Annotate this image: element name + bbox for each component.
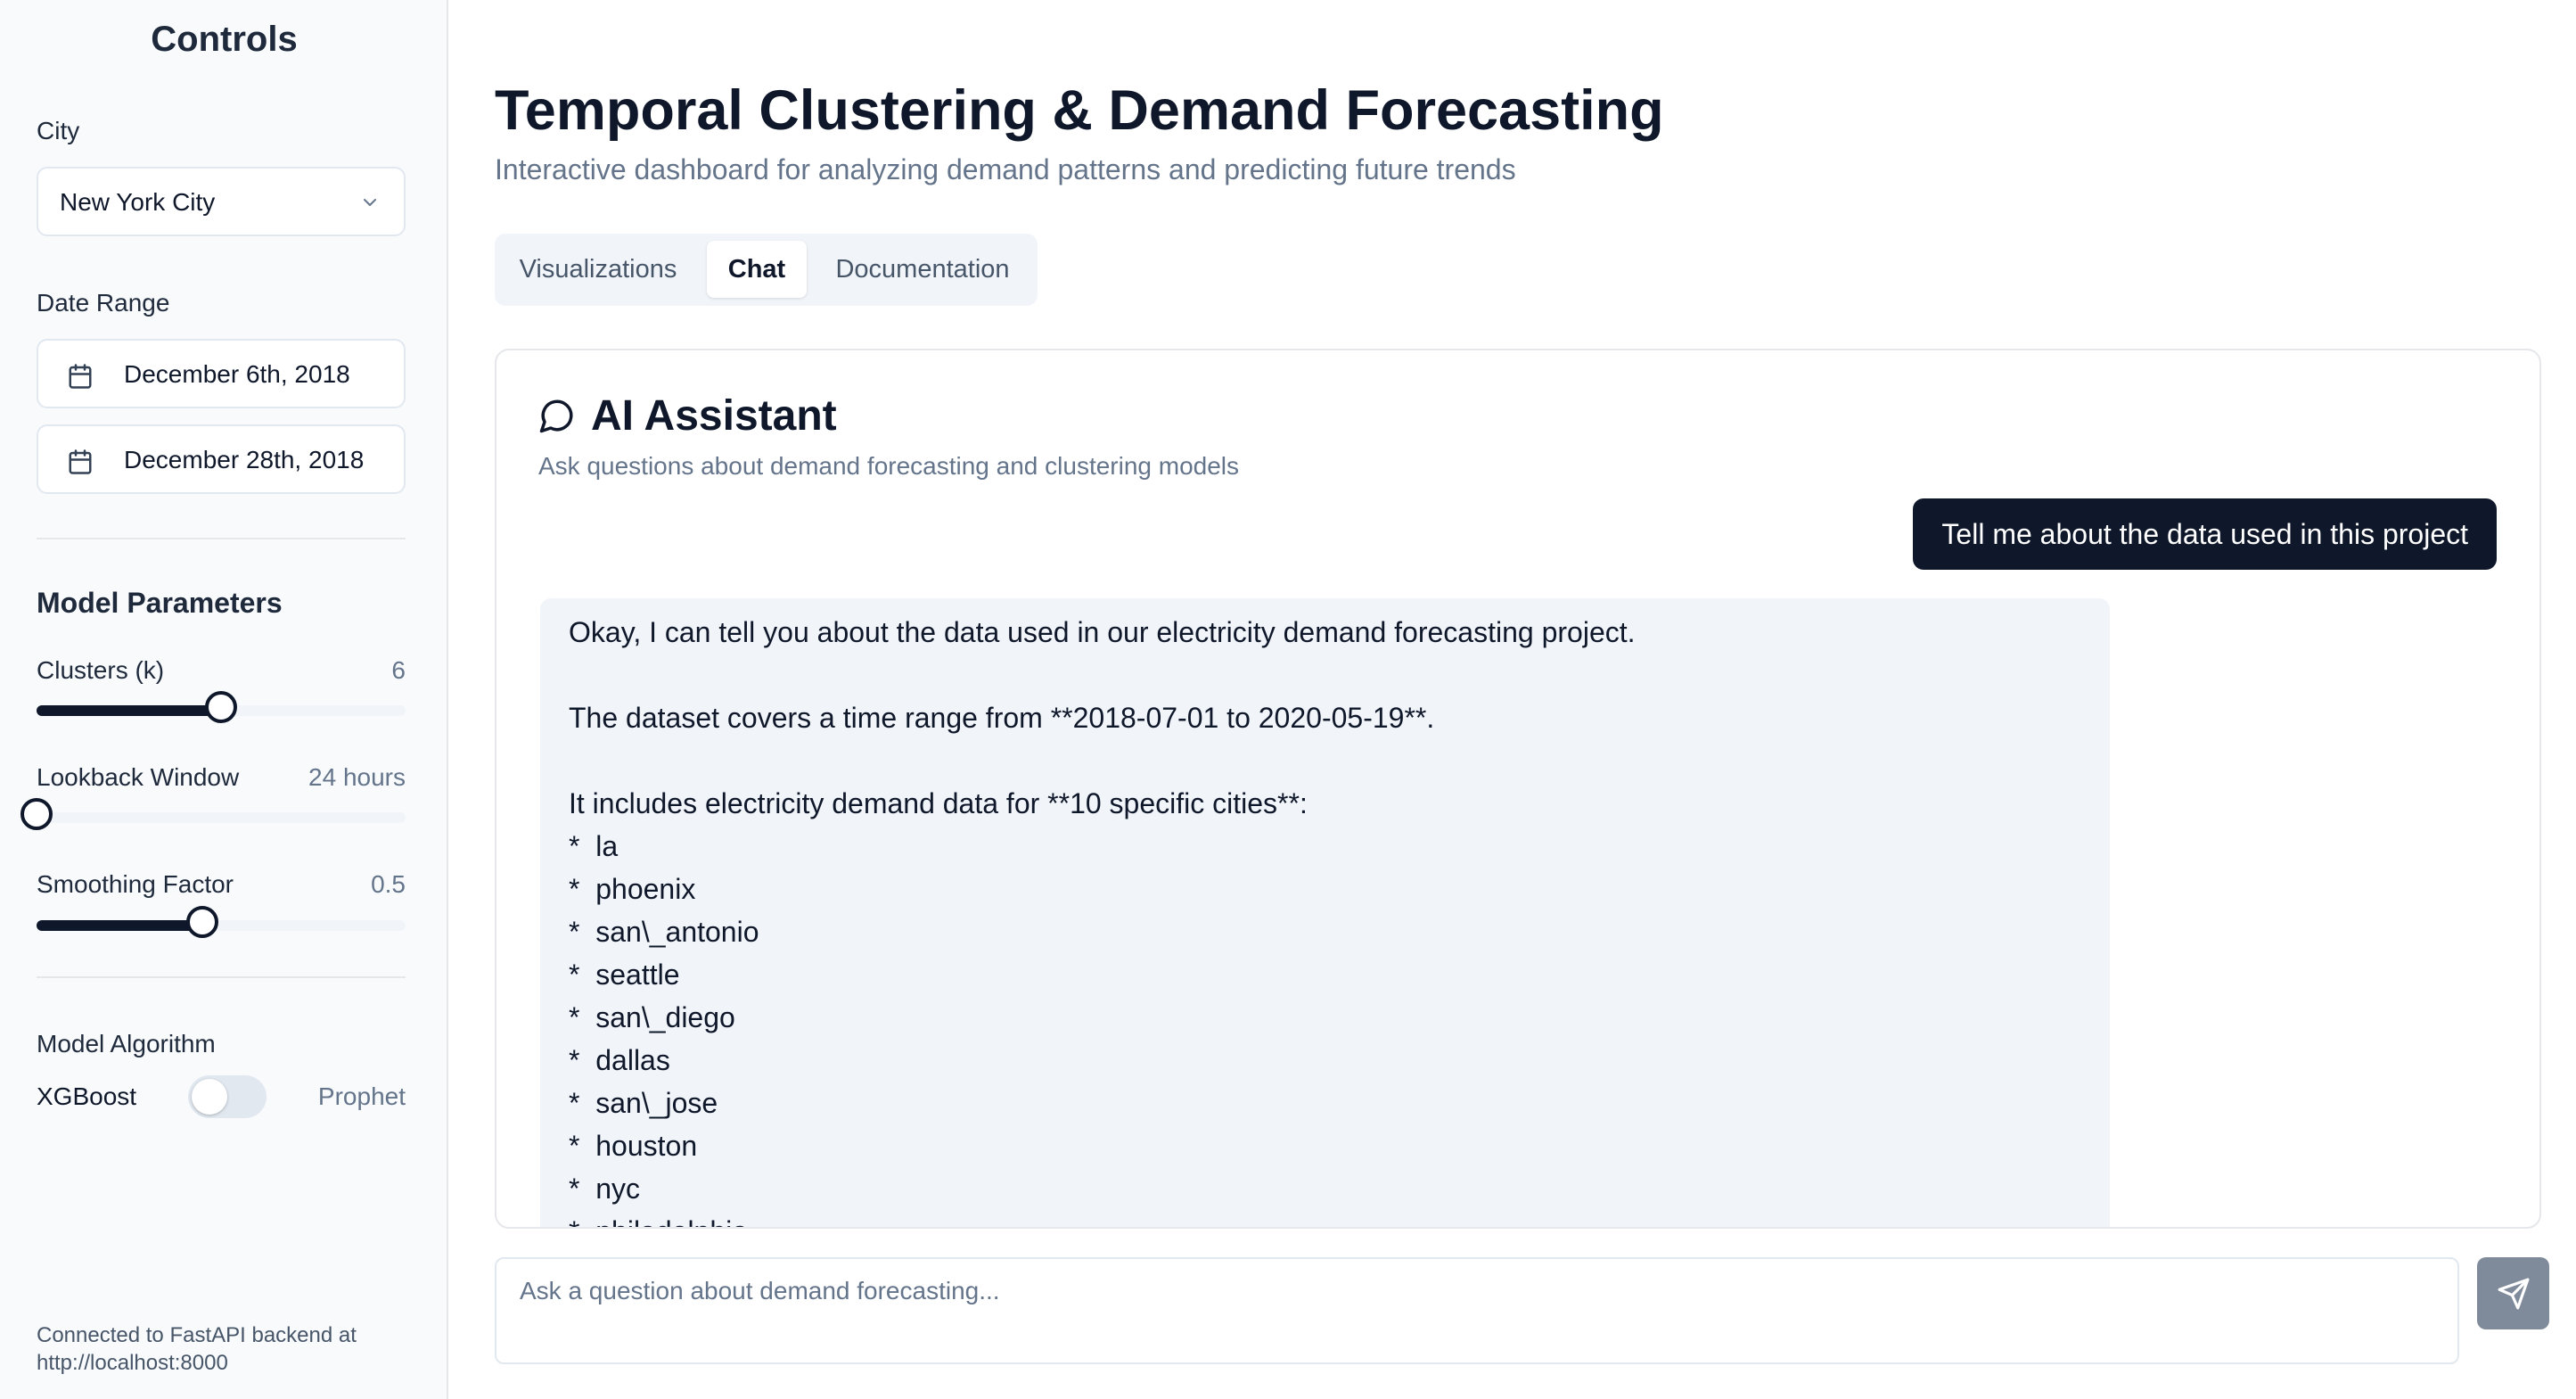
city-list-item: * dallas: [569, 1039, 2081, 1082]
prophet-label: Prophet: [317, 1082, 406, 1110]
lookback-slider[interactable]: [21, 798, 406, 830]
model-algorithm-label: Model Algorithm: [37, 1030, 216, 1057]
send-button[interactable]: [2477, 1257, 2549, 1329]
slider-thumb[interactable]: [186, 906, 219, 938]
slider-fill: [37, 920, 203, 931]
city-list: * la * phoenix * san\_antonio * seattle * sa…: [569, 825, 2081, 1227]
bullet: *: [569, 916, 596, 948]
end-date-picker[interactable]: December 28th, 2018: [37, 424, 406, 494]
end-date-value: December 28th, 2018: [124, 446, 365, 473]
calendar-icon: [69, 364, 92, 389]
city-name: nyc: [595, 1173, 641, 1205]
sidebar-title: Controls: [151, 20, 298, 59]
clusters-row: Clusters (k) 6: [37, 656, 406, 685]
bullet: *: [569, 1087, 596, 1119]
slider-fill: [37, 705, 221, 716]
city-list-item: * san\_jose: [569, 1082, 2081, 1124]
smoothing-row: Smoothing Factor 0.5: [37, 870, 406, 899]
lookback-label: Lookback Window: [37, 763, 240, 791]
smoothing-slider[interactable]: [37, 906, 406, 938]
page-subtitle: Interactive dashboard for analyzing dema…: [495, 153, 1516, 185]
ai-range: The dataset covers a time range from **2…: [569, 702, 1435, 734]
city-name: houston: [595, 1130, 698, 1162]
lookback-value: 24 hours: [308, 763, 406, 791]
smoothing-value: 0.5: [371, 870, 406, 898]
bullet: *: [569, 873, 596, 905]
chat-input[interactable]: [495, 1257, 2459, 1364]
slider-thumb[interactable]: [21, 798, 53, 830]
tab-chat[interactable]: Chat: [707, 241, 807, 298]
city-name: san\_jose: [595, 1087, 718, 1119]
bullet: *: [569, 959, 596, 991]
city-list-item: * phoenix: [569, 868, 2081, 910]
chat-card: AI Assistant Ask questions about demand …: [495, 349, 2541, 1229]
bullet: *: [569, 1130, 596, 1162]
smoothing-label: Smoothing Factor: [37, 870, 234, 898]
message-circle-icon: [539, 399, 573, 433]
city-name: dallas: [595, 1044, 670, 1076]
clusters-value: 6: [391, 656, 406, 684]
sidebar: Controls City New York City Date Range D…: [0, 0, 448, 1399]
bullet: *: [569, 1001, 596, 1033]
chat-subtitle: Ask questions about demand forecasting a…: [538, 452, 1240, 480]
city-label: City: [37, 117, 80, 144]
model-parameters-title: Model Parameters: [37, 587, 283, 619]
city-list-item: * san\_antonio: [569, 910, 2081, 953]
bullet: *: [569, 1215, 595, 1227]
xgboost-label: XGBoost: [37, 1082, 137, 1110]
send-icon: [2498, 1278, 2530, 1310]
chat-title: AI Assistant: [591, 392, 837, 440]
city-select[interactable]: New York City: [37, 167, 406, 236]
divider: [37, 538, 406, 539]
city-list-item: * la: [569, 825, 2081, 868]
algorithm-toggle[interactable]: [188, 1075, 267, 1118]
backend-status: Connected to FastAPI backend at http://l…: [37, 1323, 357, 1375]
tab-list: Visualizations Chat Documentation: [495, 234, 1038, 306]
tab-visualizations[interactable]: Visualizations: [509, 241, 687, 298]
city-name: philadelphia: [595, 1215, 748, 1227]
city-name: la: [595, 830, 619, 862]
bullet: *: [569, 830, 596, 862]
city-name: san\_diego: [595, 1001, 735, 1033]
city-list-item: * philadelphia: [569, 1210, 2081, 1227]
start-date-value: December 6th, 2018: [124, 360, 350, 388]
date-range-label: Date Range: [37, 289, 170, 317]
city-list-item: * nyc: [569, 1167, 2081, 1210]
lookback-row: Lookback Window 24 hours: [37, 763, 406, 792]
slider-thumb[interactable]: [205, 691, 237, 723]
ai-intro: Okay, I can tell you about the data used…: [569, 616, 1636, 648]
city-list-item: * houston: [569, 1124, 2081, 1167]
city-value: New York City: [60, 188, 216, 216]
toggle-knob: [192, 1079, 227, 1115]
divider: [37, 976, 406, 978]
city-name: san\_antonio: [595, 916, 759, 948]
chevron-down-icon: [364, 199, 376, 206]
user-message: Tell me about the data used in this proj…: [1913, 498, 2497, 570]
tab-documentation[interactable]: Documentation: [821, 241, 1024, 298]
city-name: phoenix: [595, 873, 696, 905]
ai-cities-intro: It includes electricity demand data for …: [569, 787, 1308, 819]
city-list-item: * san\_diego: [569, 996, 2081, 1039]
start-date-picker[interactable]: December 6th, 2018: [37, 339, 406, 408]
bullet: *: [569, 1173, 596, 1205]
assistant-message: Okay, I can tell you about the data used…: [540, 598, 2110, 1227]
page-title: Temporal Clustering & Demand Forecasting: [495, 79, 1664, 142]
calendar-icon: [69, 449, 92, 474]
clusters-label: Clusters (k): [37, 656, 165, 684]
city-list-item: * seattle: [569, 953, 2081, 996]
city-name: seattle: [595, 959, 680, 991]
algorithm-toggle-row: XGBoost Prophet: [37, 1075, 406, 1120]
bullet: *: [569, 1044, 596, 1076]
clusters-slider[interactable]: [37, 691, 406, 723]
